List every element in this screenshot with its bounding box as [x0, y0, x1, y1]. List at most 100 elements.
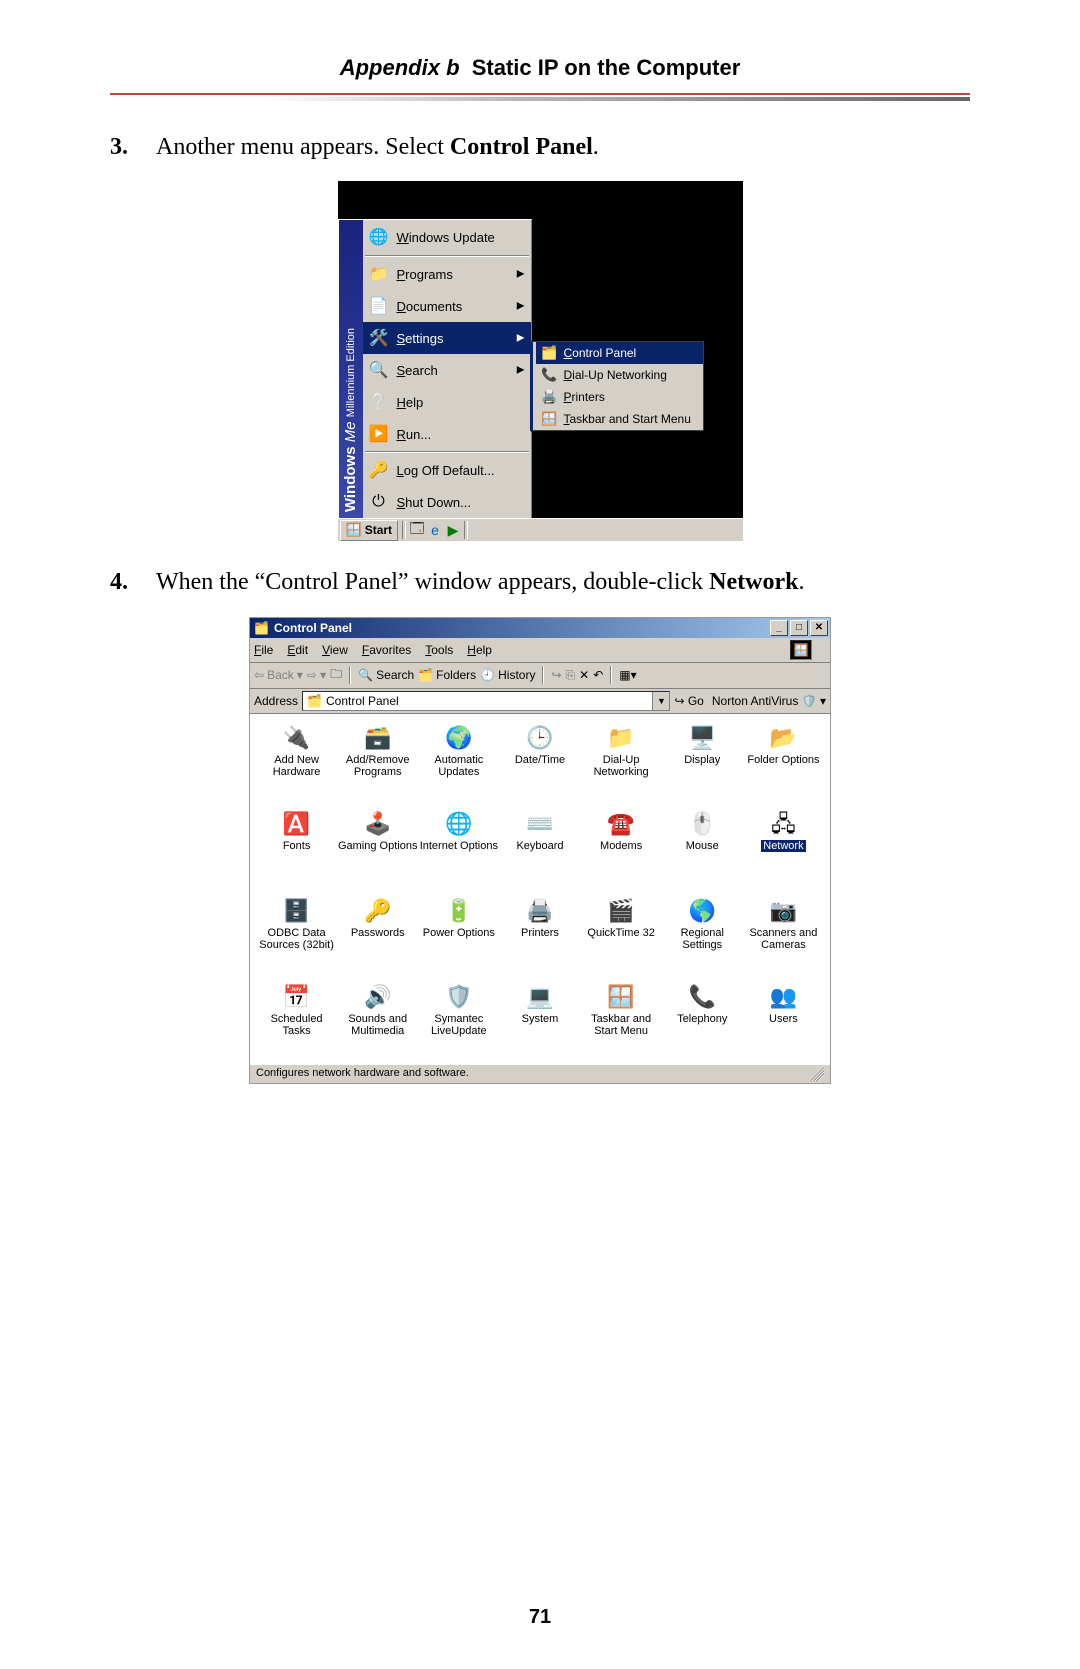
start-menu-item-help[interactable]: ❔Help [363, 386, 531, 418]
cp-icon-keyboard[interactable]: ⌨️Keyboard [499, 808, 580, 874]
history-button[interactable]: 🕘 History [480, 668, 535, 682]
cp-icon-network[interactable]: 🖧Network [743, 808, 824, 874]
cp-icon-fonts[interactable]: 🅰️Fonts [256, 808, 337, 874]
taskbar-media-icon[interactable]: ▶ [444, 522, 462, 539]
delete-icon[interactable]: ✕ [579, 668, 589, 682]
menu-item-icon: 🌐 [367, 226, 391, 248]
cp-icon-dial-up-networking[interactable]: 📁Dial-Up Networking [581, 722, 662, 788]
taskbar-divider-2 [464, 521, 468, 539]
start-menu-item-log-off-default-[interactable]: 🔑Log Off Default... [363, 454, 531, 486]
start-menu-item-shut-down-[interactable]: ⏻Shut Down... [363, 486, 531, 518]
menu-file[interactable]: File [254, 643, 273, 657]
cp-icon-display[interactable]: 🖥️Display [662, 722, 743, 788]
toolbar[interactable]: ⇦ Back ▾ ⇨ ▾ 🗀 🔍 Search 🗂️ Folders 🕘 His… [250, 663, 830, 689]
cp-icon-internet-options[interactable]: 🌐Internet Options [418, 808, 499, 874]
submenu-item-taskbar-and-start-menu[interactable]: 🪟Taskbar and Start Menu [536, 408, 703, 430]
cp-icon-modems[interactable]: ☎️Modems [581, 808, 662, 874]
resize-grip[interactable] [810, 1067, 824, 1081]
taskbar[interactable]: 🪟 Start 🗔 e ▶ [338, 518, 743, 541]
cp-icon-label: Modems [600, 840, 642, 852]
moveto-icon[interactable]: ↪ [551, 668, 561, 682]
minimize-button[interactable]: _ [770, 620, 788, 636]
cp-icon-glyph: 🌐 [443, 810, 475, 838]
menu-view[interactable]: View [322, 643, 348, 657]
cp-icon-quicktime-32[interactable]: 🎬QuickTime 32 [581, 895, 662, 961]
close-button[interactable]: ✕ [810, 620, 828, 636]
cp-icon-users[interactable]: 👥Users [743, 981, 824, 1047]
cp-icon-power-options[interactable]: 🔋Power Options [418, 895, 499, 961]
start-menu-item-settings[interactable]: 🛠️Settings▶ [363, 322, 531, 354]
cp-icon-add-new-hardware[interactable]: 🔌Add New Hardware [256, 722, 337, 788]
menu-favorites[interactable]: Favorites [362, 643, 411, 657]
sidebar-windows: Windows [342, 447, 359, 513]
cp-icon-label: Dial-Up Networking [581, 754, 662, 778]
windows-flag-icon: 🪟 [346, 522, 362, 538]
maximize-button[interactable]: □ [790, 620, 808, 636]
cp-icon-glyph: 🖥️ [686, 724, 718, 752]
cp-icon-scanners-and-cameras[interactable]: 📷Scanners and Cameras [743, 895, 824, 961]
address-input[interactable]: 🗂️ Control Panel ▼ [302, 691, 670, 711]
step-3-text-pre: Another menu appears. Select [156, 134, 450, 160]
cp-icon-label: Sounds and Multimedia [337, 1013, 418, 1037]
address-label: Address [254, 694, 298, 708]
cp-icon-taskbar-and-start-menu[interactable]: 🪟Taskbar and Start Menu [581, 981, 662, 1047]
folders-button[interactable]: 🗂️ Folders [418, 668, 476, 682]
up-button[interactable]: 🗀 [330, 665, 342, 686]
cp-icon-glyph: 🔋 [443, 897, 475, 925]
cp-icon-mouse[interactable]: 🖱️Mouse [662, 808, 743, 874]
start-menu[interactable]: Windows Me Millennium Edition 🌐Windows U… [338, 219, 532, 519]
views-button[interactable]: ▦▾ [619, 668, 636, 682]
cp-icon-symantec-liveupdate[interactable]: 🛡️Symantec LiveUpdate [418, 981, 499, 1047]
cp-icon-glyph: 📂 [767, 724, 799, 752]
menu-edit[interactable]: Edit [287, 643, 308, 657]
control-panel-icons[interactable]: 🔌Add New Hardware🗃️Add/Remove Programs🌍A… [250, 714, 830, 1064]
cp-icon-glyph: 📞 [686, 983, 718, 1011]
sidebar-edition: Millennium Edition [345, 328, 357, 417]
menu-bar[interactable]: FileEditViewFavoritesToolsHelp🪟 [250, 638, 830, 663]
cp-icon-printers[interactable]: 🖨️Printers [499, 895, 580, 961]
cp-icon-system[interactable]: 💻 System [499, 981, 580, 1047]
menu-item-icon: 🔍 [367, 359, 391, 381]
cp-icon-add-remove-programs[interactable]: 🗃️Add/Remove Programs [337, 722, 418, 788]
submenu-item-control-panel[interactable]: 🗂️ Control Panel [536, 342, 703, 364]
taskbar-ie-icon[interactable]: e [426, 522, 444, 538]
address-bar[interactable]: Address 🗂️ Control Panel ▼ ↪ Go Norton A… [250, 689, 830, 714]
submenu-item-label: Control Panel [564, 346, 637, 360]
window-titlebar[interactable]: 🗂️ Control Panel _ □ ✕ [250, 618, 830, 638]
cp-icon-scheduled-tasks[interactable]: 📅Scheduled Tasks [256, 981, 337, 1047]
cp-icon-automatic-updates[interactable]: 🌍Automatic Updates [418, 722, 499, 788]
cp-icon-telephony[interactable]: 📞Telephony [662, 981, 743, 1047]
cp-icon-odbc-data-sources-32bit-[interactable]: 🗄️ODBC Data Sources (32bit) [256, 895, 337, 961]
copyto-icon[interactable]: ⎘ [566, 668, 576, 683]
cp-icon-glyph: 🛡️ [443, 983, 475, 1011]
submenu-item-dial-up-networking[interactable]: 📞Dial-Up Networking [536, 364, 703, 386]
go-button[interactable]: ↪ Go [674, 694, 703, 708]
submenu-item-printers[interactable]: 🖨️Printers [536, 386, 703, 408]
cp-icon-passwords[interactable]: 🔑Passwords [337, 895, 418, 961]
menu-tools[interactable]: Tools [425, 643, 453, 657]
cp-icon-label: System [522, 1013, 559, 1025]
submenu-item-icon: 🗂️ [540, 345, 560, 361]
start-menu-item-documents[interactable]: 📄Documents▶ [363, 290, 531, 322]
taskbar-desktop-icon[interactable]: 🗔 [408, 518, 426, 542]
cp-icon-folder-options[interactable]: 📂Folder Options [743, 722, 824, 788]
cp-icon-gaming-options[interactable]: 🕹️Gaming Options [337, 808, 418, 874]
cp-icon-sounds-and-multimedia[interactable]: 🔊Sounds and Multimedia [337, 981, 418, 1047]
step-3-bold: Control Panel [450, 134, 593, 160]
undo-icon[interactable]: ↶ [593, 668, 603, 682]
cp-icon-date-time[interactable]: 🕒Date/Time [499, 722, 580, 788]
settings-submenu[interactable]: 🗂️ Control Panel 📞Dial-Up Networking🖨️Prin… [530, 341, 704, 431]
search-button[interactable]: 🔍 Search [358, 668, 414, 682]
start-menu-item-windows-update[interactable]: 🌐Windows Update [363, 220, 531, 254]
start-menu-item-run-[interactable]: ▶️Run... [363, 418, 531, 450]
menu-help[interactable]: Help [467, 643, 492, 657]
cp-icon-regional-settings[interactable]: 🌎Regional Settings [662, 895, 743, 961]
address-dropdown[interactable]: ▼ [652, 692, 669, 710]
forward-button[interactable]: ⇨ ▾ [307, 668, 326, 682]
start-menu-item-programs[interactable]: 📁Programs▶ [363, 258, 531, 290]
norton-antivirus[interactable]: Norton AntiVirus 🛡️ ▾ [712, 694, 826, 708]
back-button[interactable]: ⇦ Back ▾ [254, 668, 303, 682]
start-menu-item-search[interactable]: 🔍Search▶ [363, 354, 531, 386]
cp-icon-glyph: 💻 [524, 983, 556, 1011]
start-button[interactable]: 🪟 Start [340, 520, 399, 541]
